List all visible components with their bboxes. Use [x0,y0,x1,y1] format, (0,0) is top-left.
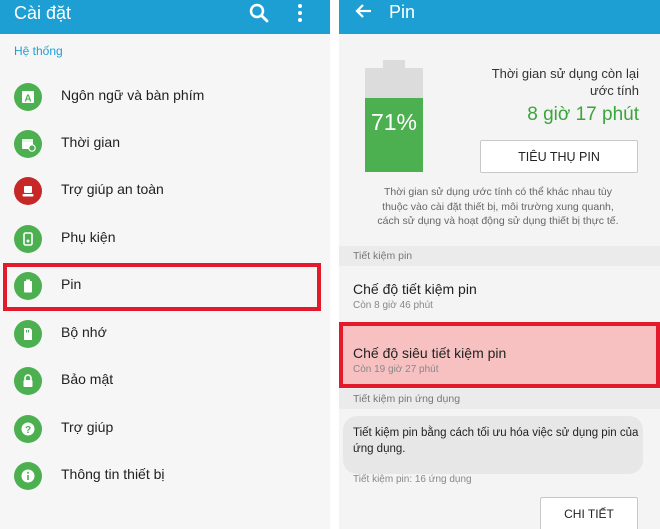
app-saving-text: Tiết kiệm pin bằng cách tối ưu hóa việc … [353,427,639,455]
calendar-clock-icon [14,130,42,158]
settings-item-label: Bộ nhớ [61,324,107,340]
more-options-icon[interactable] [293,1,307,25]
section-power-saving-header: Tiết kiệm pin [339,246,660,266]
power-saving-mode-item[interactable]: Chế độ tiết kiệm pin Còn 8 giờ 46 phút [339,268,660,320]
help-icon: ? [14,415,42,443]
power-saving-subtitle: Còn 8 giờ 46 phút [353,300,433,311]
ultra-saving-subtitle: Còn 19 giờ 27 phút [353,364,439,375]
lock-icon [14,367,42,395]
battery-usage-button[interactable]: TIÊU THỤ PIN [480,140,638,173]
settings-screen: Cài đặt Hệ thống A Ngôn ngữ và bàn phím … [0,0,330,529]
battery-level-indicator: 71% [365,60,423,172]
keyboard-icon: A [14,83,42,111]
settings-item-safety-assistance[interactable]: Trợ giúp an toàn [0,168,330,214]
storage-icon [14,320,42,348]
settings-item-help[interactable]: ? Trợ giúp [0,406,330,452]
battery-percent: 71% [370,109,418,135]
ultra-power-saving-mode-item[interactable]: Chế độ siêu tiết kiệm pin Còn 19 giờ 27 … [339,322,660,388]
power-saving-title: Chế độ tiết kiệm pin [353,281,477,297]
battery-title: Pin [389,2,416,22]
settings-item-label: Thông tin thiết bị [61,466,165,482]
accessory-icon [14,225,42,253]
panel-divider [330,0,339,529]
settings-item-accessories[interactable]: Phụ kiện [0,216,330,262]
search-icon[interactable] [247,1,271,25]
settings-app-bar: Cài đặt [0,0,330,34]
svg-text:A: A [24,94,31,105]
settings-item-language-keyboard[interactable]: A Ngôn ngữ và bàn phím [0,74,330,120]
battery-screen: Pin 71% Thời gian sử dụng còn lại ước tí… [339,0,660,529]
settings-title: Cài đặt [14,3,72,23]
settings-item-label: Trợ giúp [61,419,114,435]
device-info-icon [14,462,42,490]
back-arrow-icon[interactable] [353,0,375,22]
settings-item-security[interactable]: Bảo mật [0,358,330,404]
svg-text:?: ? [25,425,31,436]
ultra-saving-title: Chế độ siêu tiết kiệm pin [353,345,507,361]
settings-item-device-info[interactable]: Thông tin thiết bị [0,453,330,499]
details-button[interactable]: CHI TIẾT [540,497,638,529]
estimate-note: Thời gian sử dụng ước tính có thể khác n… [377,186,619,227]
app-saving-count: Tiết kiệm pin: 16 ứng dụng [353,474,472,485]
settings-item-label: Ngôn ngữ và bàn phím [61,87,205,103]
section-app-saving-header: Tiết kiệm pin ứng dụng [339,389,660,409]
settings-item-time[interactable]: Thời gian [0,121,330,167]
battery-app-bar: Pin [339,0,660,34]
settings-item-label: Phụ kiện [61,229,116,245]
remaining-time: 8 giờ 17 phút [527,104,639,125]
settings-item-storage[interactable]: Bộ nhớ [0,311,330,357]
section-system-header: Hệ thống [14,44,63,58]
highlight-frame-battery [3,263,321,311]
settings-item-label: Trợ giúp an toàn [61,181,164,197]
usage-time-label: Thời gian sử dụng còn lại ước tính [491,66,639,98]
safety-icon [14,177,42,205]
settings-item-label: Bảo mật [61,371,114,387]
settings-item-label: Thời gian [61,134,120,150]
